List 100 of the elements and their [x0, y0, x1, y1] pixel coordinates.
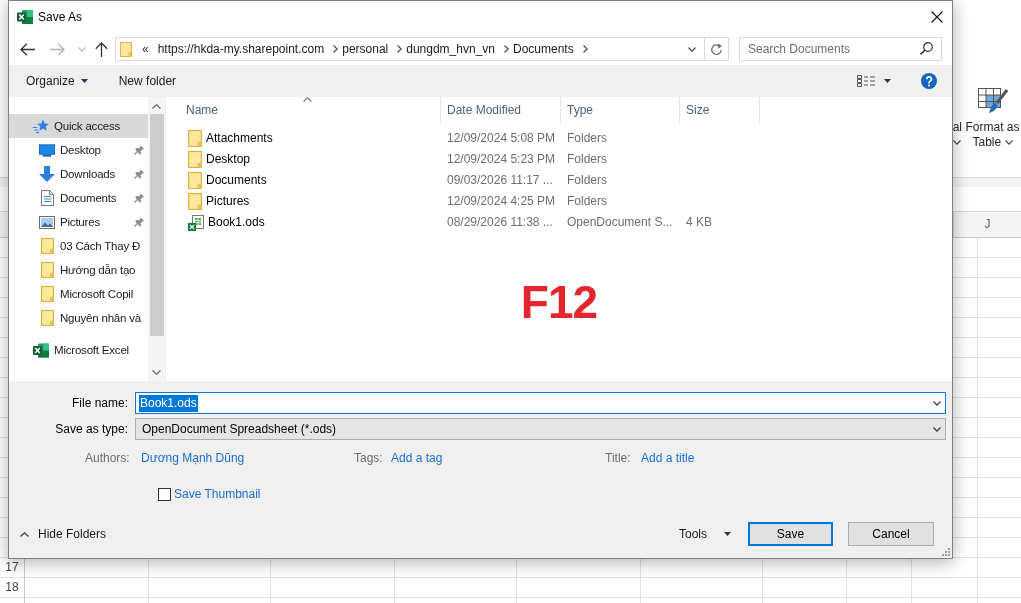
folder-icon — [40, 238, 54, 254]
file-type: Folders — [567, 194, 607, 209]
overflow-chevron[interactable]: « — [142, 41, 149, 57]
property-link[interactable]: Add a title — [641, 450, 695, 466]
modified-date: 12/09/2024 4:25 PM — [447, 194, 556, 209]
document-icon — [40, 190, 54, 206]
column-header[interactable]: Size — [680, 97, 760, 123]
nav-item[interactable]: Quick access — [9, 114, 148, 138]
row-number[interactable]: 18 — [0, 578, 24, 598]
folder-icon — [188, 172, 202, 189]
window-title: Save As — [38, 9, 83, 25]
spreadsheet-logo-icon — [17, 10, 33, 24]
file-name-field[interactable]: Book1.ods — [135, 392, 946, 414]
column-header[interactable]: Date Modified — [441, 97, 561, 123]
file-name[interactable]: Documents — [206, 173, 267, 188]
nav-item[interactable]: Desktop — [9, 138, 148, 162]
folder-icon — [188, 130, 202, 147]
nav-item[interactable]: Hướng dẫn tạo — [9, 258, 148, 282]
chevron-right-icon[interactable] — [582, 45, 588, 53]
refresh-icon[interactable] — [710, 42, 723, 56]
tools-button[interactable]: Tools — [679, 526, 731, 542]
breadcrumb-segment[interactable]: dungdm_hvn_vn — [406, 41, 495, 57]
nav-item[interactable]: Documents — [9, 186, 148, 210]
nav-item[interactable]: Nguyên nhân và — [9, 306, 148, 330]
back-arrow-icon[interactable] — [20, 42, 35, 56]
row-number[interactable]: 17 — [0, 558, 24, 578]
chevron-up-icon — [20, 531, 29, 537]
save-as-type-dropdown[interactable]: OpenDocument Spreadsheet (*.ods) — [135, 418, 946, 440]
save-button[interactable]: Save — [748, 522, 833, 546]
property-label: Authors: — [85, 450, 130, 466]
field-label: Save as type: — [55, 421, 128, 437]
new-folder-button[interactable]: New folder — [118, 73, 177, 89]
nav-item[interactable]: Microsoft Copil — [9, 282, 148, 306]
file-name[interactable]: Desktop — [206, 152, 251, 167]
search-icon[interactable] — [920, 42, 933, 55]
breadcrumb-segment[interactable]: Documents — [513, 41, 574, 57]
chevron-right-icon[interactable] — [504, 45, 509, 53]
resize-grip-icon[interactable] — [942, 548, 950, 556]
folder-icon — [40, 262, 54, 278]
dropdown-caret-icon[interactable] — [933, 400, 941, 406]
caret-icon[interactable] — [884, 79, 891, 83]
nav-item[interactable]: Downloads — [9, 162, 148, 186]
folder-icon — [120, 41, 132, 57]
caret-icon — [724, 532, 731, 536]
folder-icon — [40, 286, 54, 302]
dropdown-caret-icon — [933, 426, 941, 432]
file-name[interactable]: Book1.ods — [208, 215, 265, 230]
view-options-icon[interactable] — [857, 75, 875, 87]
column-header[interactable]: Name — [166, 97, 441, 123]
modified-date: 12/09/2024 5:23 PM — [447, 152, 556, 167]
modified-date: 12/09/2024 5:08 PM — [447, 131, 556, 146]
caret-icon — [1004, 140, 1013, 146]
folder-icon — [188, 151, 202, 168]
table-brush-icon — [977, 88, 1008, 114]
column-header[interactable]: Type — [561, 97, 680, 123]
property-link[interactable]: Dương Mạnh Dũng — [141, 450, 245, 466]
property-link[interactable]: Add a tag — [391, 450, 443, 466]
nav-item[interactable]: Microsoft Excel — [9, 338, 148, 362]
folder-icon — [188, 193, 202, 210]
file-name[interactable]: Pictures — [206, 194, 250, 209]
field-label: File name: — [71, 395, 128, 411]
search-field[interactable]: Search Documents — [739, 37, 942, 61]
chevron-right-icon[interactable] — [397, 45, 403, 53]
scrollbar[interactable] — [148, 97, 165, 381]
shortcut-annotation: F12 — [520, 276, 598, 328]
checkbox[interactable] — [158, 487, 171, 501]
up-arrow-icon[interactable] — [95, 41, 108, 57]
caret-icon — [80, 79, 88, 83]
caret-icon — [953, 140, 962, 145]
checkbox-label[interactable]: Save Thumbnail — [174, 486, 261, 502]
star-icon — [33, 118, 49, 134]
modified-date: 09/03/2026 11:17 ... — [447, 173, 553, 188]
close-icon[interactable] — [931, 11, 943, 23]
ribbon-button[interactable]: Format as Table — [964, 88, 1021, 150]
property-label: Tags: — [354, 450, 383, 466]
folder-icon — [40, 310, 54, 326]
help-icon[interactable] — [921, 73, 937, 89]
nav-item[interactable]: Pictures — [9, 210, 148, 234]
spreadsheet-file-icon — [188, 214, 204, 231]
scrollbar-thumb[interactable] — [149, 114, 164, 336]
breadcrumb-segment[interactable]: https://hkda-my.sharepoint.com — [157, 41, 325, 57]
file-type: Folders — [567, 173, 607, 188]
file-type: OpenDocument S... — [567, 215, 673, 230]
file-size: 4 KB — [686, 215, 712, 230]
file-type: Folders — [567, 131, 607, 146]
modified-date: 08/29/2026 11:38 ... — [447, 215, 553, 230]
hide-folders-button[interactable]: Hide Folders — [20, 526, 107, 542]
ribbon-button[interactable]: al — [952, 88, 962, 150]
chevron-right-icon[interactable] — [333, 45, 339, 53]
file-type: Folders — [567, 152, 607, 167]
dropdown-caret-icon[interactable] — [688, 46, 696, 52]
breadcrumb-segment[interactable]: personal — [342, 41, 389, 57]
file-name[interactable]: Attachments — [206, 131, 273, 146]
nav-item[interactable]: 03 Cách Thay Đ — [9, 234, 148, 258]
download-arrow-icon — [39, 166, 55, 182]
organize-button[interactable]: Organize — [26, 73, 88, 89]
spreadsheet-logo-icon — [33, 342, 49, 358]
cancel-button[interactable]: Cancel — [848, 522, 934, 546]
address-bar[interactable]: « https://hkda-my.sharepoint.com personal dungdm_hvn_vn Documents — [115, 37, 729, 61]
picture-icon — [39, 215, 55, 229]
